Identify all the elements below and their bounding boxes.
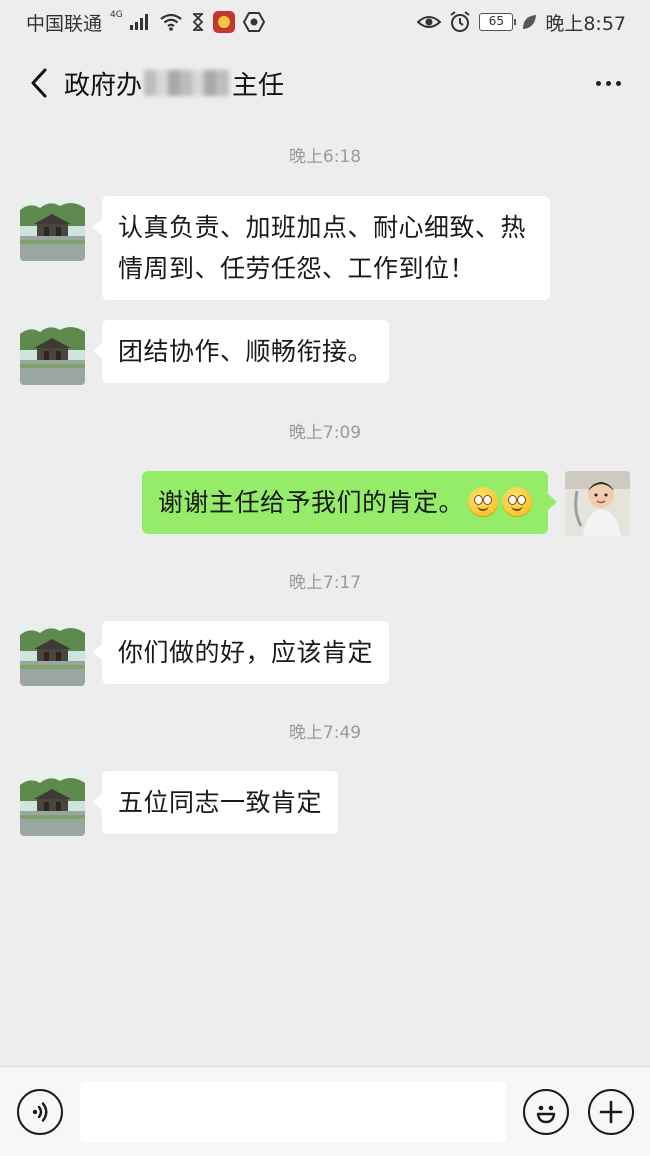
network-type-label: 4G	[110, 10, 123, 20]
more-dot-icon	[615, 80, 621, 86]
message-timestamp: 晚上7:09	[288, 423, 362, 443]
redacted-name-block	[144, 70, 231, 96]
contact-avatar[interactable]	[20, 196, 85, 261]
more-options-button[interactable]	[588, 68, 628, 98]
chat-header: 政府办 主任	[0, 44, 650, 122]
carrier-label: 中国联通	[26, 12, 103, 35]
message-bubble-incoming[interactable]: 团结协作、顺畅衔接。	[92, 320, 390, 383]
plus-icon	[599, 1100, 623, 1124]
hourglass-icon	[191, 13, 205, 31]
leaf-icon	[521, 13, 537, 31]
smile-emoji-icon	[502, 487, 532, 517]
voice-input-button[interactable]	[17, 1089, 63, 1135]
emoji-icon	[536, 1105, 556, 1124]
chevron-left-icon	[31, 68, 47, 98]
smile-emoji-icon	[468, 487, 498, 517]
status-bar-left: 中国联通 4G	[26, 9, 265, 36]
chat-title: 政府办 主任	[64, 65, 284, 102]
chat-title-suffix: 主任	[232, 70, 285, 101]
wifi-icon	[159, 13, 183, 31]
chat-input-bar	[0, 1066, 650, 1156]
status-bar: 中国联通 4G 65 晚上8:57	[0, 0, 650, 44]
app-notification-icon	[212, 11, 235, 33]
message-bubble-incoming[interactable]: 认真负责、加班加点、耐心细致、热情周到、任劳任怨、工作到位！	[93, 196, 550, 300]
more-dot-icon	[595, 80, 601, 86]
more-dot-icon	[605, 80, 611, 86]
emoji-picker-button[interactable]	[523, 1089, 569, 1135]
message-bubble-outgoing[interactable]: 谢谢主任给予我们的肯定。	[141, 471, 558, 534]
battery-indicator: 65	[479, 13, 517, 31]
message-timestamp: 晚上7:49	[288, 723, 362, 743]
chat-screen: 中国联通 4G 65 晚上8:57 政府办 主任 晚上6:18 认真负责、加班加…	[0, 0, 650, 1156]
contact-avatar[interactable]	[20, 771, 85, 836]
alarm-icon	[449, 11, 471, 33]
hexagon-app-icon	[242, 12, 265, 32]
message-bubble-incoming[interactable]: 你们做的好，应该肯定	[92, 621, 390, 684]
message-bubble-incoming[interactable]: 五位同志一致肯定	[92, 771, 339, 834]
signal-icon	[129, 13, 151, 31]
message-timestamp: 晚上7:17	[288, 573, 362, 593]
contact-avatar[interactable]	[20, 320, 85, 385]
voice-icon	[32, 1102, 48, 1122]
clock-label: 晚上8:57	[545, 12, 626, 35]
eye-icon	[417, 13, 442, 31]
back-button[interactable]	[14, 53, 64, 113]
message-text: 谢谢主任给予我们的肯定。	[157, 488, 464, 517]
message-input[interactable]	[80, 1081, 506, 1143]
more-functions-button[interactable]	[588, 1089, 634, 1135]
contact-avatar[interactable]	[20, 621, 85, 686]
user-avatar[interactable]	[565, 471, 630, 536]
status-bar-right: 65 晚上8:57	[417, 9, 626, 36]
chat-title-prefix: 政府办	[64, 70, 143, 101]
message-timestamp: 晚上6:18	[288, 147, 362, 167]
